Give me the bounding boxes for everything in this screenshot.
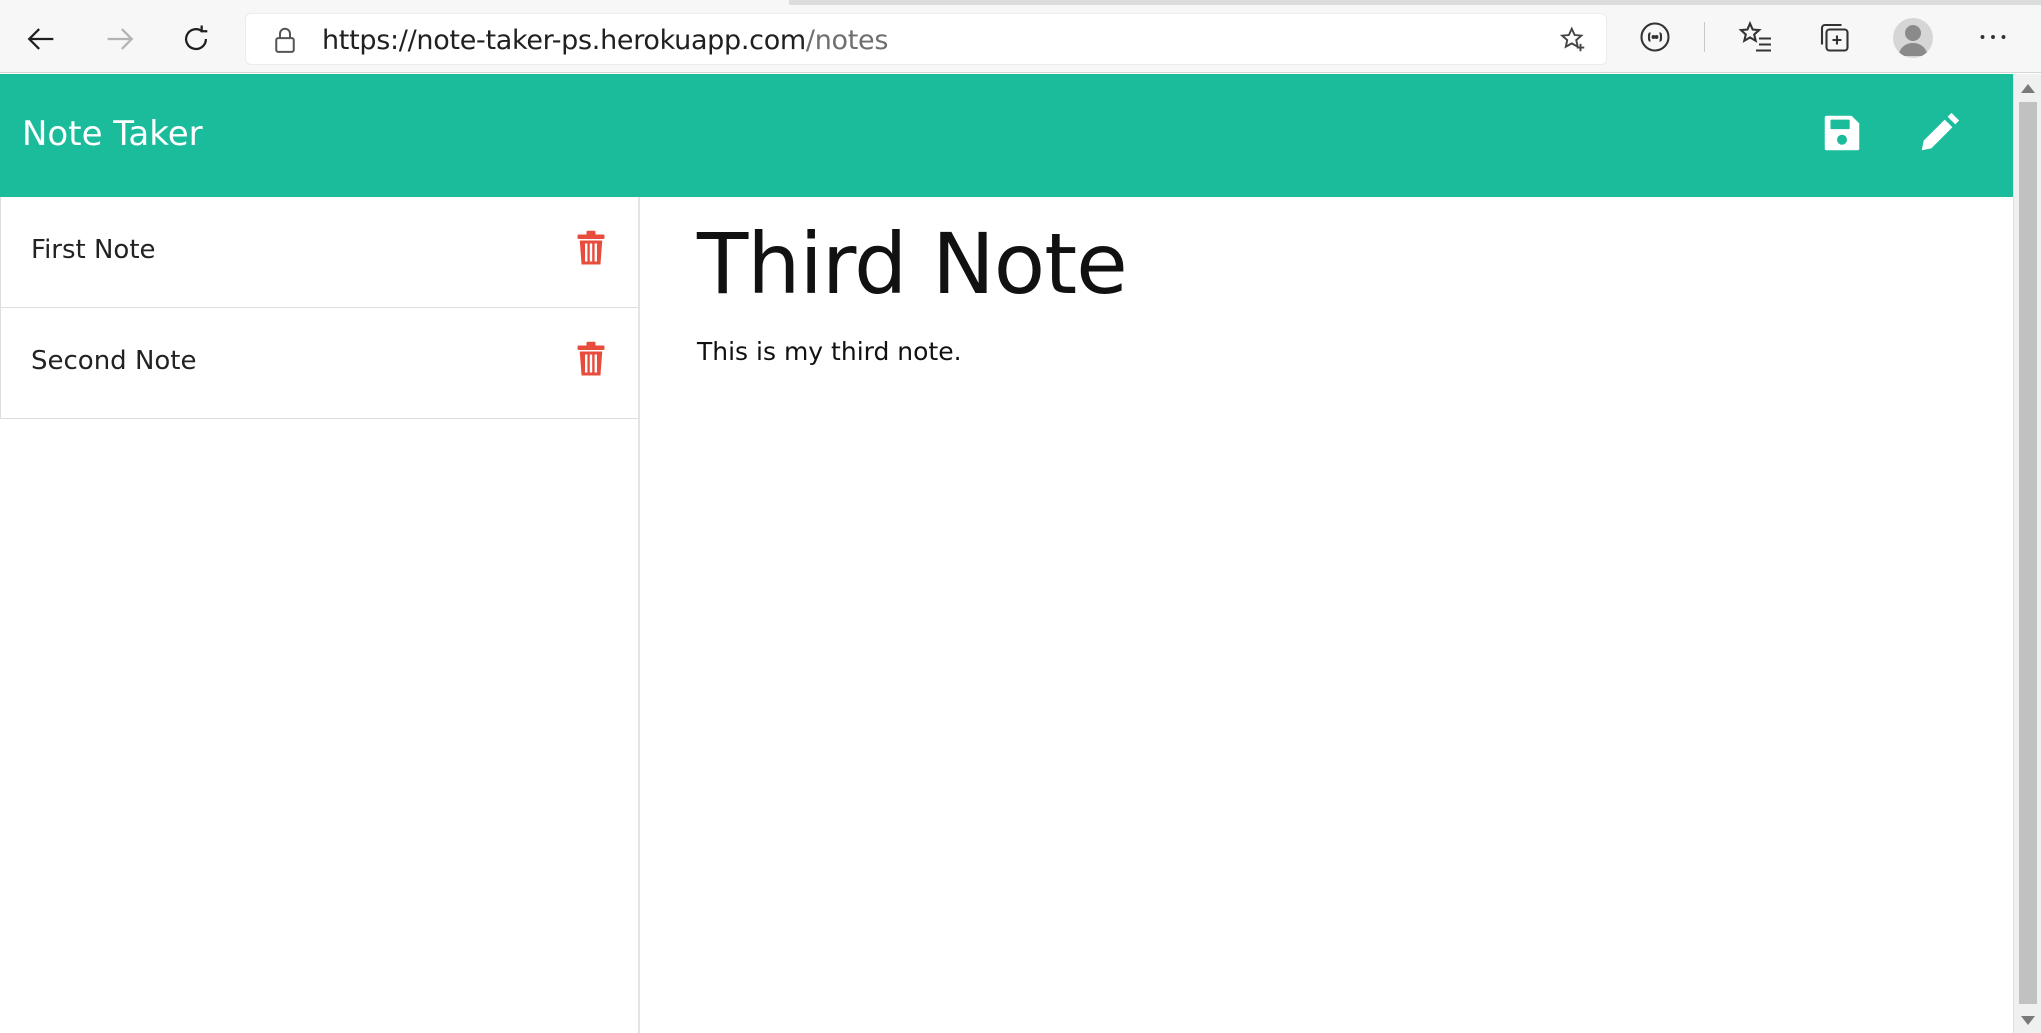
page-scrollbar[interactable] — [2013, 74, 2041, 1033]
browser-toolbar: https://note-taker-ps.herokuapp.com/note… — [0, 0, 2041, 73]
note-title-input[interactable]: Third Note — [697, 215, 1128, 313]
collections-icon[interactable] — [1816, 19, 1852, 55]
save-note-button[interactable] — [1817, 108, 1867, 158]
brand-title[interactable]: Note Taker — [22, 114, 203, 154]
new-note-button[interactable] — [1914, 108, 1964, 158]
note-taker-app: Note Taker First Note Second Note Third … — [0, 74, 2013, 1033]
url-text[interactable]: https://note-taker-ps.herokuapp.com/note… — [322, 25, 888, 56]
refresh-button[interactable] — [170, 14, 222, 64]
address-bar[interactable]: https://note-taker-ps.herokuapp.com/note… — [245, 13, 1607, 65]
back-button[interactable] — [16, 14, 68, 64]
arrow-right-icon — [107, 28, 134, 50]
extension-icon[interactable] — [1637, 19, 1673, 55]
lock-icon — [275, 27, 295, 53]
star-add-icon[interactable] — [1558, 25, 1588, 55]
favorites-list-icon[interactable] — [1738, 19, 1774, 55]
navbar: Note Taker — [0, 74, 2013, 197]
note-list-title[interactable]: First Note — [31, 235, 156, 265]
toolbar-divider — [1704, 22, 1705, 52]
scroll-down-icon[interactable] — [2021, 1016, 2035, 1025]
save-icon — [1824, 115, 1860, 151]
url-path: /notes — [805, 25, 889, 56]
note-text-area[interactable]: This is my third note. — [697, 337, 962, 366]
profile-avatar-icon[interactable] — [1893, 18, 1933, 58]
trash-icon[interactable] — [576, 341, 606, 377]
scroll-up-icon[interactable] — [2021, 84, 2035, 93]
note-list-title[interactable]: Second Note — [31, 346, 197, 376]
list-item[interactable]: First Note — [0, 197, 638, 308]
list-item[interactable]: Second Note — [0, 308, 638, 419]
note-editor: Third Note This is my third note. — [697, 197, 1987, 1033]
trash-icon[interactable] — [576, 230, 606, 266]
notes-list: First Note Second Note — [0, 197, 640, 1033]
scrollbar-thumb[interactable] — [2019, 102, 2037, 1004]
url-host: https://note-taker-ps.herokuapp.com — [322, 25, 806, 56]
arrow-left-icon — [27, 28, 54, 50]
refresh-icon — [185, 25, 208, 51]
tab-strip — [0, 0, 2041, 5]
more-dots-icon[interactable] — [1975, 19, 2011, 55]
forward-button[interactable] — [93, 14, 145, 64]
pencil-icon — [1921, 112, 1960, 151]
